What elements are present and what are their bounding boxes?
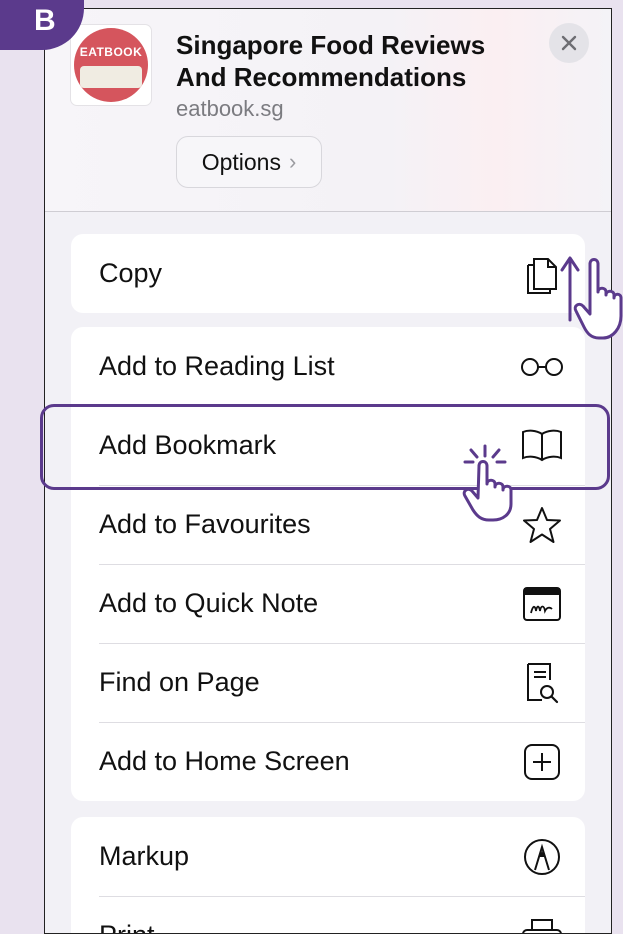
action-group-3: Markup Print xyxy=(71,817,585,933)
tap-hand-icon xyxy=(462,444,513,522)
action-copy[interactable]: Copy xyxy=(71,234,585,313)
quick-note-icon xyxy=(519,581,565,627)
markup-pen-icon xyxy=(519,834,565,880)
logo-band xyxy=(80,66,142,88)
site-title: Singapore Food Reviews And Recommendatio… xyxy=(176,30,486,92)
star-icon xyxy=(519,502,565,548)
action-label: Add to Favourites xyxy=(99,509,311,539)
eatbook-logo-icon: EATBOOK xyxy=(74,28,148,102)
action-add-to-home-screen[interactable]: Add to Home Screen xyxy=(71,722,585,801)
action-label: Add to Quick Note xyxy=(99,588,319,618)
options-label: Options xyxy=(201,148,281,175)
add-square-icon xyxy=(519,739,565,785)
action-group-2: Add to Reading List Add Bookmark Add to … xyxy=(71,327,585,801)
close-button[interactable] xyxy=(549,23,589,63)
action-label: Add to Home Screen xyxy=(99,746,350,776)
action-markup[interactable]: Markup xyxy=(71,817,585,896)
action-add-to-quick-note[interactable]: Add to Quick Note xyxy=(71,564,585,643)
chevron-right-icon: › xyxy=(288,149,297,174)
share-sheet-header: EATBOOK Singapore Food Reviews And Recom… xyxy=(45,9,611,212)
printer-icon xyxy=(519,913,565,933)
action-label: Print xyxy=(99,920,155,933)
swipe-up-hand-icon xyxy=(560,256,623,340)
close-icon xyxy=(561,35,577,51)
action-label: Add to Reading List xyxy=(99,351,335,381)
action-label: Markup xyxy=(99,841,190,871)
action-group-1: Copy xyxy=(71,234,585,313)
logo-text: EATBOOK xyxy=(79,45,143,59)
action-find-on-page[interactable]: Find on Page xyxy=(71,643,585,722)
find-on-page-icon xyxy=(519,660,565,706)
options-button[interactable]: Options › xyxy=(176,136,322,188)
action-label: Copy xyxy=(99,258,163,288)
glasses-icon xyxy=(519,344,565,390)
action-print[interactable]: Print xyxy=(71,896,585,933)
action-add-to-reading-list[interactable]: Add to Reading List xyxy=(71,327,585,406)
site-domain: eatbook.sg xyxy=(176,96,284,121)
add-bookmark-highlight xyxy=(40,404,610,490)
action-label: Find on Page xyxy=(99,667,260,697)
site-icon: EATBOOK xyxy=(71,25,151,105)
